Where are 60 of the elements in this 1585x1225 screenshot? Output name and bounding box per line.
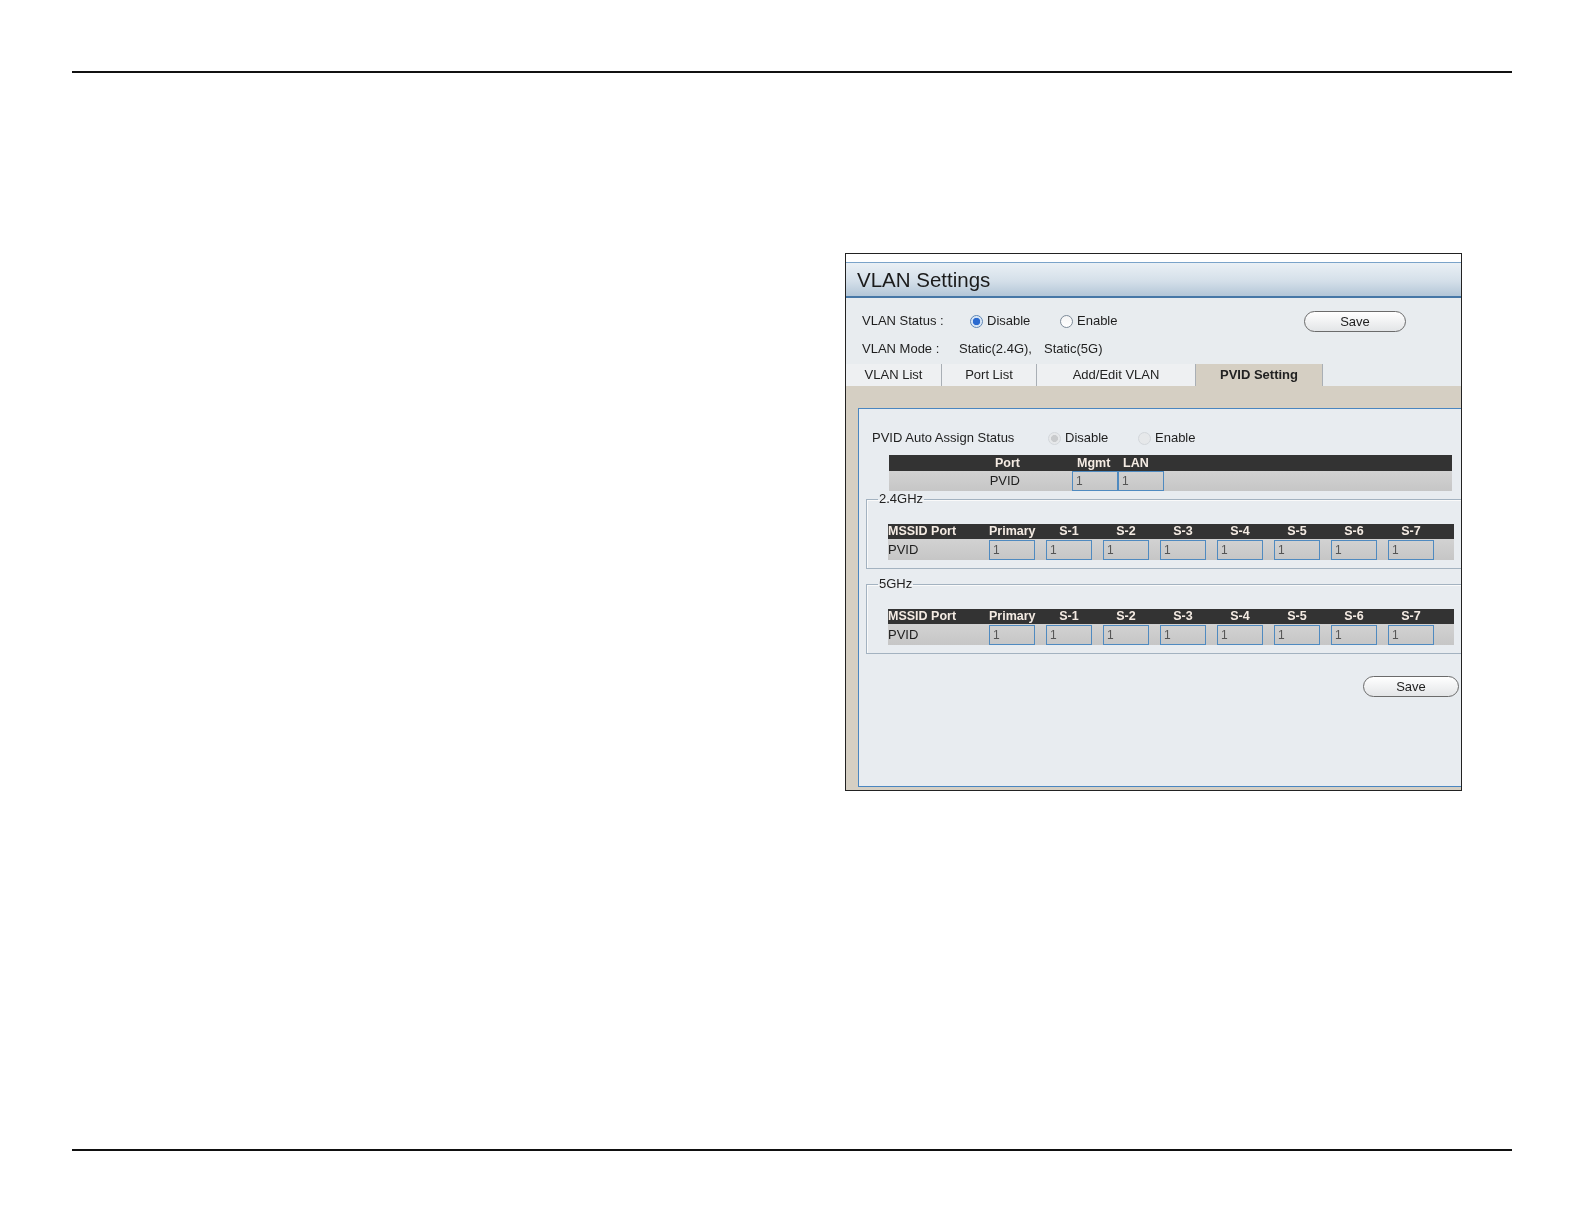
pvid-input[interactable]: 1: [1160, 539, 1206, 560]
pvid-input[interactable]: 1: [1103, 539, 1149, 560]
column-header: S-7: [1401, 609, 1421, 623]
group-label: 2.4GHz: [878, 491, 925, 507]
radio-label[interactable]: Disable: [987, 311, 1031, 331]
column-header: S-1: [1059, 524, 1079, 538]
tab[interactable]: Port List: [942, 364, 1037, 386]
column-header: S-6: [1344, 609, 1364, 623]
tab[interactable]: VLAN List: [846, 364, 942, 386]
pvid-input[interactable]: 1: [1274, 539, 1320, 560]
column-header: Primary: [989, 524, 1036, 538]
pvid-input[interactable]: 1: [1118, 471, 1164, 491]
pvid-input[interactable]: 1: [1217, 539, 1263, 560]
group-label: 5GHz: [878, 576, 914, 592]
radio-label[interactable]: Enable: [1077, 311, 1118, 331]
radio-button[interactable]: [970, 314, 983, 328]
column-header: S-2: [1116, 524, 1136, 538]
pvid-input[interactable]: 1: [1103, 624, 1149, 645]
tab[interactable]: PVID Setting: [1196, 364, 1323, 386]
field-label: VLAN Mode :: [862, 340, 941, 359]
pvid-input[interactable]: 1: [1388, 539, 1434, 560]
pvid-input[interactable]: 1: [1046, 624, 1092, 645]
column-header: S-1: [1059, 609, 1079, 623]
field-label: PVID Auto Assign Status: [872, 429, 1016, 448]
pvid-input[interactable]: 1: [1072, 471, 1118, 491]
pvid-input[interactable]: 1: [1274, 624, 1320, 645]
pvid-input[interactable]: 1: [1331, 539, 1377, 560]
pvid-input[interactable]: 1: [1331, 624, 1377, 645]
column-header: S-6: [1344, 524, 1364, 538]
column-header: LAN: [1123, 455, 1149, 470]
window-title: VLAN Settings: [857, 267, 991, 292]
column-header: Port: [995, 455, 1020, 470]
column-header: MSSID Port: [888, 524, 957, 538]
column-header: S-3: [1173, 609, 1193, 623]
pvid-input[interactable]: 1: [1217, 624, 1263, 645]
column-header: S-4: [1230, 524, 1250, 538]
column-header: Primary: [989, 609, 1036, 623]
column-header: MSSID Port: [888, 609, 957, 623]
pvid-input[interactable]: 1: [1046, 539, 1092, 560]
field-value: Static(2.4G),: [959, 340, 1032, 359]
field-value: Static(5G): [1043, 340, 1103, 359]
column-header: S-3: [1173, 524, 1193, 538]
column-header: S-5: [1287, 524, 1307, 538]
column-header: S-7: [1401, 524, 1421, 538]
pvid-input[interactable]: 1: [989, 539, 1035, 560]
row-header: PVID: [888, 626, 919, 642]
field-label: VLAN Status :: [862, 312, 945, 331]
save-button[interactable]: Save: [1363, 676, 1459, 697]
pvid-input[interactable]: 1: [1160, 624, 1206, 645]
radio-button[interactable]: [1060, 314, 1073, 328]
tab[interactable]: Add/Edit VLAN: [1037, 364, 1196, 386]
row-header: PVID: [989, 473, 1020, 489]
column-header: S-2: [1116, 609, 1136, 623]
row-header: PVID: [888, 541, 919, 557]
column-header: S-4: [1230, 609, 1250, 623]
pvid-input[interactable]: 1: [989, 624, 1035, 645]
pvid-input[interactable]: 1: [1388, 624, 1434, 645]
column-header: S-5: [1287, 609, 1307, 623]
column-header: Mgmt: [1077, 455, 1111, 470]
save-button[interactable]: Save: [1304, 310, 1406, 332]
